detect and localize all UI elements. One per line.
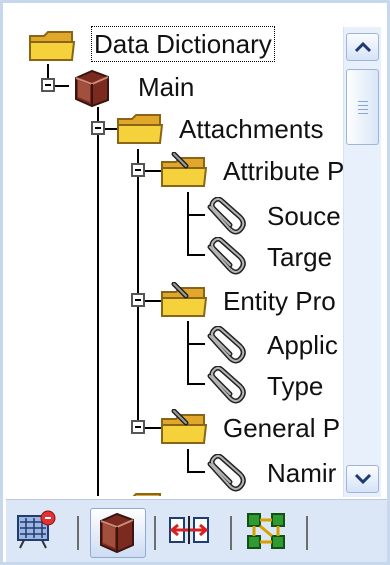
paperclip-icon: [207, 197, 246, 235]
attachment-folder-icon: [161, 409, 208, 444]
toolbar-separator: [154, 516, 156, 550]
tree-guide: [187, 449, 189, 471]
tree-item-type[interactable]: Type: [267, 371, 323, 401]
attachment-folder-icon: [161, 282, 208, 317]
paperclip-icon: [207, 326, 246, 364]
compare-tab-button[interactable]: [164, 508, 220, 558]
toolbar-separator: [230, 516, 232, 550]
model-explorer-tab-button[interactable]: [12, 508, 68, 558]
diagram-tab-button[interactable]: [242, 508, 298, 558]
tree-guide: [137, 149, 139, 429]
grip-line: [358, 105, 368, 106]
scroll-up-button[interactable]: [346, 33, 379, 61]
tree-guide: [187, 214, 205, 216]
compare-arrows-icon: [169, 516, 209, 544]
folder-icon: [29, 31, 76, 61]
collapse-toggle-general-props[interactable]: [131, 420, 145, 434]
tree-guide: [187, 321, 189, 383]
pane-toolbar: [6, 499, 387, 562]
tree-guide: [187, 254, 205, 256]
tree-item-entity-props[interactable]: Entity Pro: [223, 286, 336, 316]
collapse-toggle-attachments[interactable]: [91, 121, 105, 135]
toolbar-separator: [77, 516, 79, 550]
model-box-icon: [75, 69, 109, 108]
attachment-folder-icon: [161, 152, 208, 187]
chevron-down-icon: [354, 473, 371, 485]
model-box-icon: [100, 512, 134, 554]
collapse-toggle-entity-props[interactable]: [131, 293, 145, 307]
tree-guide: [187, 383, 205, 385]
folder-icon: [117, 114, 164, 144]
scroll-down-button[interactable]: [346, 465, 379, 493]
data-dictionary-tab-button[interactable]: [90, 508, 146, 558]
toolbar-separator: [306, 516, 308, 550]
folder-icon: [132, 493, 161, 496]
tree-item-naming[interactable]: Namir: [267, 458, 336, 488]
tree-guide: [187, 471, 205, 473]
diagram-icon: [247, 513, 285, 549]
grip-line: [358, 109, 368, 110]
tree-item-target[interactable]: Targe: [267, 242, 332, 272]
tree-guide: [187, 343, 205, 345]
tree-view[interactable]: Data Dictionary Main Attachments Attribu…: [6, 6, 343, 496]
tree-guide: [187, 192, 189, 254]
tree-guide: [55, 85, 69, 87]
data-dictionary-pane: Data Dictionary Main Attachments Attribu…: [0, 0, 390, 565]
tree-guide: [97, 107, 99, 496]
tree-item-data-dictionary[interactable]: Data Dictionary: [91, 26, 275, 62]
chevron-up-icon: [354, 41, 371, 53]
paperclip-icon: [207, 454, 246, 492]
tree-item-source[interactable]: Souce: [267, 201, 341, 231]
paperclip-icon: [207, 366, 246, 404]
tree-item-general-props[interactable]: General P: [223, 413, 340, 443]
grip-line: [358, 113, 368, 114]
grip-line: [358, 101, 368, 102]
collapse-toggle-attribute-props[interactable]: [131, 163, 145, 177]
tree-item-main[interactable]: Main: [138, 72, 194, 102]
vertical-scrollbar[interactable]: [343, 27, 381, 497]
tree-item-applies[interactable]: Applic: [267, 330, 338, 360]
tree-item-attribute-props[interactable]: Attribute P: [223, 156, 343, 186]
tree-item-attachments[interactable]: Attachments: [179, 114, 324, 144]
network-grid-icon: [17, 510, 56, 549]
scroll-thumb[interactable]: [346, 69, 379, 145]
collapse-toggle-main[interactable]: [41, 78, 55, 92]
paperclip-icon: [207, 237, 246, 275]
